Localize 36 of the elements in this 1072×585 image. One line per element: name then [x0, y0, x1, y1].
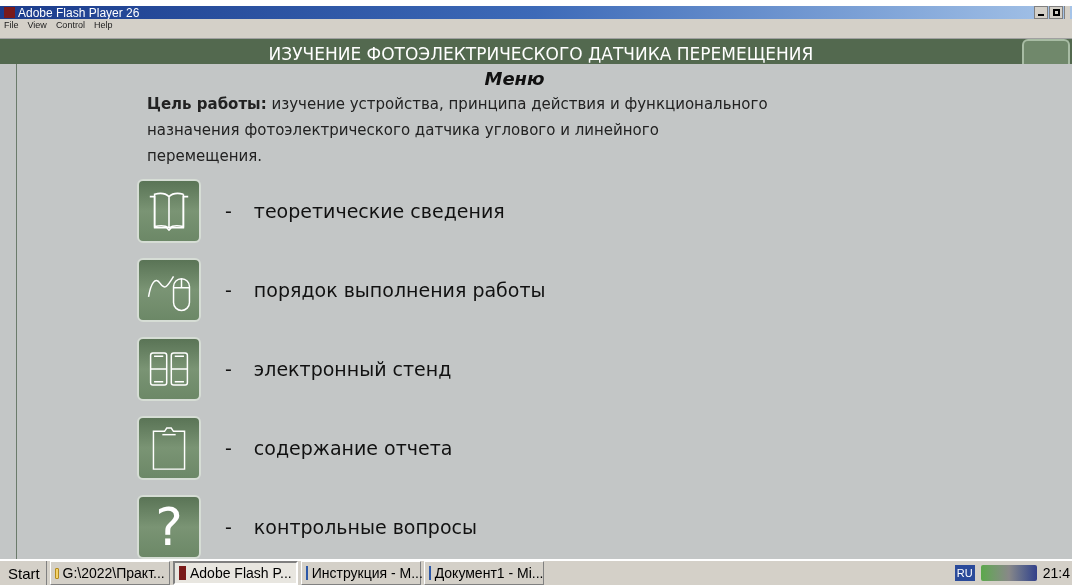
- menu-icon-button[interactable]: [137, 258, 201, 322]
- clock: 21:4: [1042, 563, 1070, 583]
- menu-heading: Меню: [484, 68, 545, 90]
- menu-item[interactable]: File: [4, 21, 19, 31]
- start-button[interactable]: Start: [2, 561, 47, 585]
- language-indicator[interactable]: RU: [954, 564, 975, 582]
- menu-icon-button[interactable]: ?: [137, 495, 201, 559]
- dash-text: -: [225, 356, 232, 382]
- minimize-button[interactable]: [1034, 6, 1048, 20]
- menu-label[interactable]: содержание отчета: [253, 433, 453, 463]
- flash-icon: [178, 566, 186, 580]
- menu-label[interactable]: теоретические сведения: [253, 196, 505, 226]
- goal-text: Цель работы: изучение устройства, принципа действия и функционального назначения фотоэлектрического датчика углового и линейного перемещения.: [146, 94, 769, 167]
- menu-icon-button[interactable]: [137, 179, 201, 243]
- menu-icon-button[interactable]: [137, 337, 201, 401]
- taskbar-button[interactable]: Документ1 - Mi...: [423, 561, 544, 585]
- dash-text: -: [225, 277, 232, 303]
- dash-text: -: [225, 435, 232, 461]
- taskbar-button[interactable]: Adobe Flash P...: [172, 561, 298, 585]
- header-title: ИЗУЧЕНИЕ ФОТОЭЛЕКТРИЧЕСКОГО ДАТЧИКА ПЕРЕМЕЩЕНИЯ: [268, 44, 814, 64]
- menu-icon-button[interactable]: [137, 416, 201, 480]
- menu-label[interactable]: электронный стенд: [253, 354, 452, 384]
- menu-item[interactable]: View: [27, 21, 47, 31]
- minimize-icon: [1038, 14, 1044, 17]
- flash-icon: [4, 7, 15, 19]
- menu-item[interactable]: Help: [93, 21, 113, 31]
- taskbar-button[interactable]: G:\2022\Практ...: [49, 561, 170, 585]
- dash-text: -: [225, 198, 232, 224]
- menu-label[interactable]: порядок выполнения работы: [253, 275, 546, 305]
- maximize-button[interactable]: [1049, 6, 1063, 20]
- restore-icon: [1052, 9, 1060, 17]
- taskbar-button[interactable]: Инструкция - M...: [300, 561, 421, 585]
- dash-text: -: [225, 514, 232, 540]
- menu-item[interactable]: Control: [55, 21, 85, 31]
- menu-label[interactable]: контрольные вопросы: [253, 512, 477, 542]
- window-title: Adobe Flash Player 26: [18, 6, 140, 19]
